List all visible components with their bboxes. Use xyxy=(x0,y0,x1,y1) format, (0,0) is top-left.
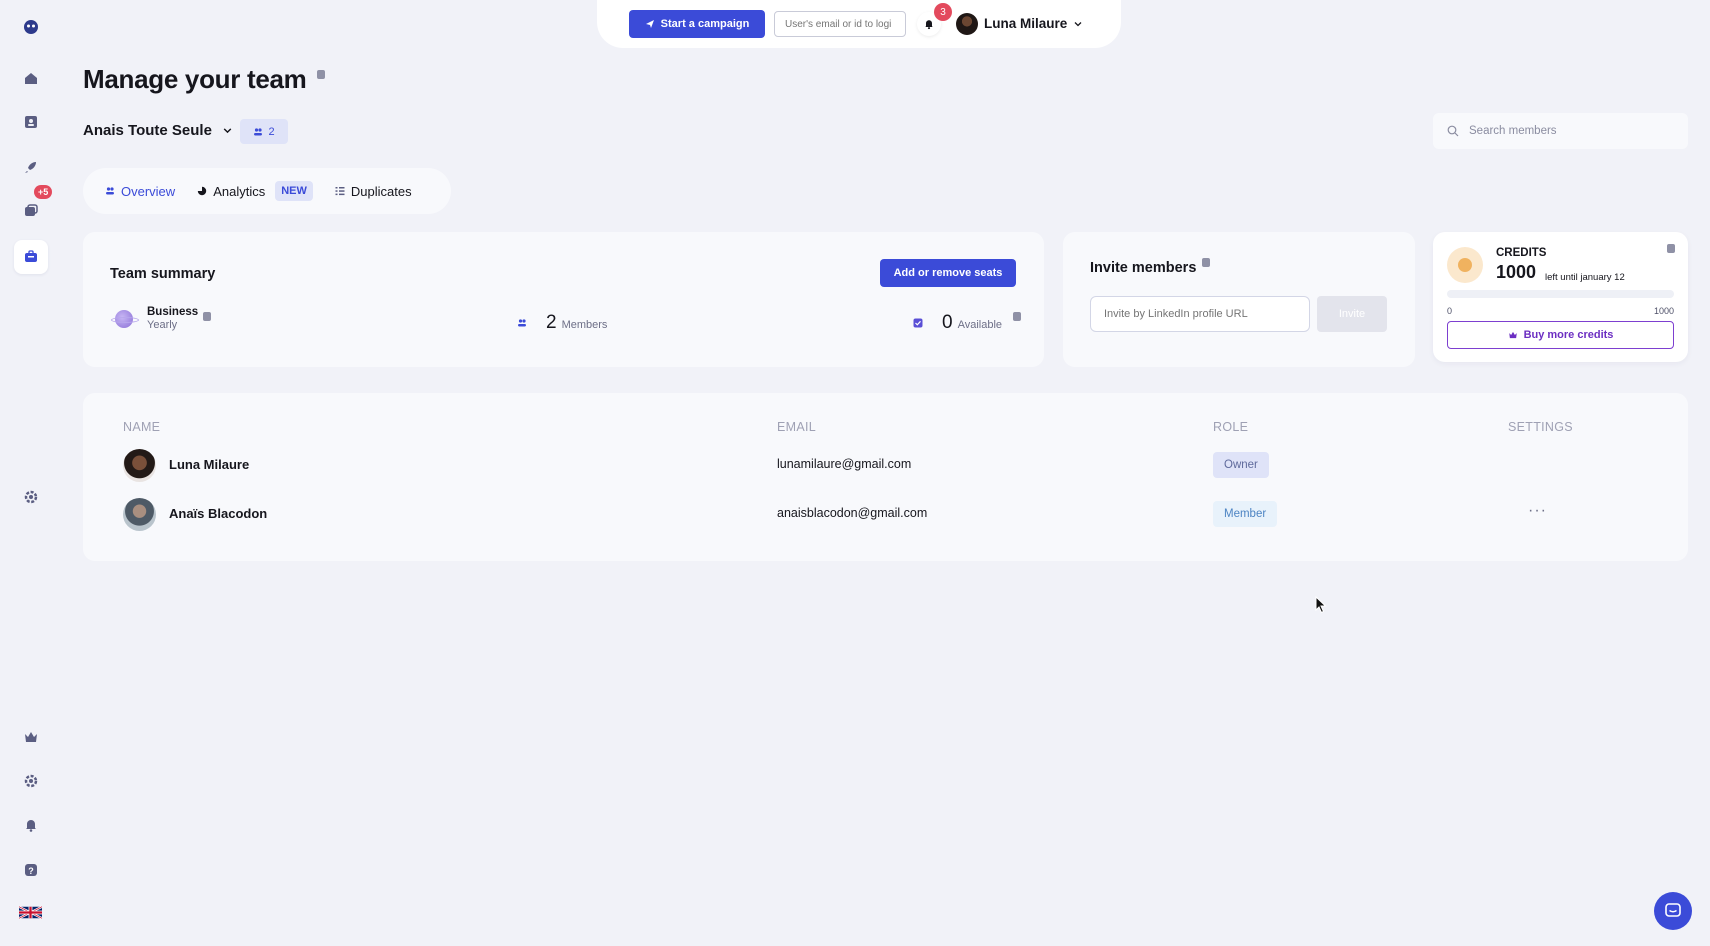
column-header-settings: SETTINGS xyxy=(1508,420,1573,434)
credits-until: left until january 12 xyxy=(1545,272,1625,283)
notifications-badge: 3 xyxy=(934,3,952,21)
uk-flag-icon[interactable] xyxy=(19,905,42,920)
chevron-down-icon xyxy=(223,128,232,134)
team-count-value: 2 xyxy=(268,125,275,138)
members-icon xyxy=(254,127,263,135)
available-count: 0 xyxy=(942,312,953,333)
team-selector[interactable]: Anais Toute Seule xyxy=(83,122,233,139)
start-campaign-button[interactable]: Start a campaign xyxy=(629,10,765,38)
sidebar: +5 ? xyxy=(0,0,62,946)
search-icon xyxy=(1447,125,1459,137)
plan-info: Business Yearly xyxy=(111,306,199,331)
login-as-input[interactable] xyxy=(774,11,906,37)
list-icon xyxy=(335,187,345,196)
start-campaign-label: Start a campaign xyxy=(660,18,750,30)
coin-icon xyxy=(1447,247,1483,283)
app-logo-icon[interactable] xyxy=(14,10,48,44)
user-name: Luna Milaure xyxy=(984,16,1068,31)
invite-url-input[interactable] xyxy=(1090,296,1310,332)
buy-more-credits-button[interactable]: Buy more credits xyxy=(1447,321,1674,349)
more-options-icon[interactable]: ··· xyxy=(1528,502,1547,520)
member-email: anaisblacodon@gmail.com xyxy=(777,506,928,520)
chevron-down-icon xyxy=(1074,21,1082,26)
add-remove-seats-button[interactable]: Add or remove seats xyxy=(880,259,1016,287)
tab-overview-label: Overview xyxy=(121,183,176,199)
cursor-icon xyxy=(1315,596,1327,614)
members-icon xyxy=(518,319,526,327)
members-label: Members xyxy=(561,319,608,331)
info-icon[interactable] xyxy=(1202,258,1210,267)
column-header-email: EMAIL xyxy=(777,420,817,434)
tab-duplicates-label: Duplicates xyxy=(350,183,412,199)
team-icon[interactable] xyxy=(14,240,48,274)
column-header-role: ROLE xyxy=(1213,420,1249,434)
member-name: Luna Milaure xyxy=(169,457,250,472)
available-label: Available xyxy=(957,319,1003,331)
avatar xyxy=(123,498,156,531)
avatar xyxy=(123,449,156,482)
pie-chart-icon xyxy=(197,186,207,196)
members-count: 2 xyxy=(546,312,557,333)
search-members[interactable]: Search members xyxy=(1433,113,1688,149)
crown-icon[interactable] xyxy=(14,720,48,754)
credits-min: 0 xyxy=(1447,306,1453,316)
rocket-icon[interactable] xyxy=(14,150,48,184)
bell-icon[interactable] xyxy=(14,808,48,842)
info-icon[interactable] xyxy=(1667,244,1675,253)
credits-progress-bar xyxy=(1447,290,1674,298)
invite-members-card: Invite members Invite xyxy=(1063,232,1415,367)
tab-overview[interactable]: Overview xyxy=(105,184,175,199)
buy-more-credits-label: Buy more credits xyxy=(1523,329,1614,341)
avatar[interactable] xyxy=(956,13,978,35)
tab-analytics[interactable]: Analytics NEW xyxy=(197,181,313,201)
tab-analytics-label: Analytics xyxy=(213,183,266,199)
home-icon[interactable] xyxy=(14,61,48,95)
team-summary-title: Team summary xyxy=(110,266,216,282)
invite-button[interactable]: Invite xyxy=(1317,296,1387,332)
plan-cycle: Yearly xyxy=(147,319,178,331)
credits-value: 1000 xyxy=(1496,262,1537,282)
messages-icon[interactable]: +5 xyxy=(14,185,53,228)
member-name: Anaïs Blacodon xyxy=(169,506,268,521)
contacts-icon[interactable] xyxy=(14,105,48,139)
crown-icon xyxy=(1508,331,1517,339)
table-row[interactable]: Anaïs Blacodon anaisblacodon@gmail.com M… xyxy=(83,494,1688,534)
role-badge: Member xyxy=(1213,501,1278,527)
svg-text:?: ? xyxy=(28,866,34,876)
gear-icon[interactable] xyxy=(14,764,48,798)
member-email: lunamilaure@gmail.com xyxy=(777,457,912,471)
team-name: Anais Toute Seule xyxy=(83,122,212,139)
credits-label: CREDITS xyxy=(1496,247,1547,259)
column-header-name: NAME xyxy=(123,420,161,434)
invite-title: Invite members xyxy=(1090,260,1197,276)
tab-duplicates[interactable]: Duplicates xyxy=(335,184,412,199)
credits-card: CREDITS 1000 left until january 12 0 100… xyxy=(1433,232,1688,362)
info-icon[interactable] xyxy=(317,70,325,79)
info-icon[interactable] xyxy=(203,312,211,321)
chat-icon[interactable] xyxy=(1654,892,1692,930)
search-placeholder: Search members xyxy=(1469,125,1557,137)
tab-bar: Overview Analytics NEW Duplicates xyxy=(83,168,451,214)
send-icon xyxy=(645,20,654,28)
seat-icon xyxy=(913,318,923,328)
members-icon xyxy=(106,187,114,195)
available-stat: 0 Available xyxy=(913,312,1022,334)
members-stat: 2 Members xyxy=(517,312,607,334)
members-table: NAME EMAIL ROLE SETTINGS Luna Milaure lu… xyxy=(83,393,1688,561)
user-menu[interactable]: Luna Milaure xyxy=(984,16,1083,31)
team-summary-card: Team summary Add or remove seats Busines… xyxy=(83,232,1044,367)
settings-icon[interactable] xyxy=(14,480,48,514)
bell-icon xyxy=(925,20,933,30)
new-badge: NEW xyxy=(275,181,313,201)
planet-icon xyxy=(111,309,139,328)
page-title: Manage your team xyxy=(83,64,307,94)
info-icon[interactable] xyxy=(1013,312,1022,321)
team-members-count-badge: 2 xyxy=(240,119,288,144)
table-row[interactable]: Luna Milaure lunamilaure@gmail.com Owner xyxy=(83,445,1688,485)
role-badge: Owner xyxy=(1213,452,1269,478)
messages-badge: +5 xyxy=(34,185,53,199)
plan-name: Business xyxy=(147,306,199,318)
credits-max: 1000 xyxy=(1654,306,1675,316)
help-icon[interactable]: ? xyxy=(14,853,48,887)
